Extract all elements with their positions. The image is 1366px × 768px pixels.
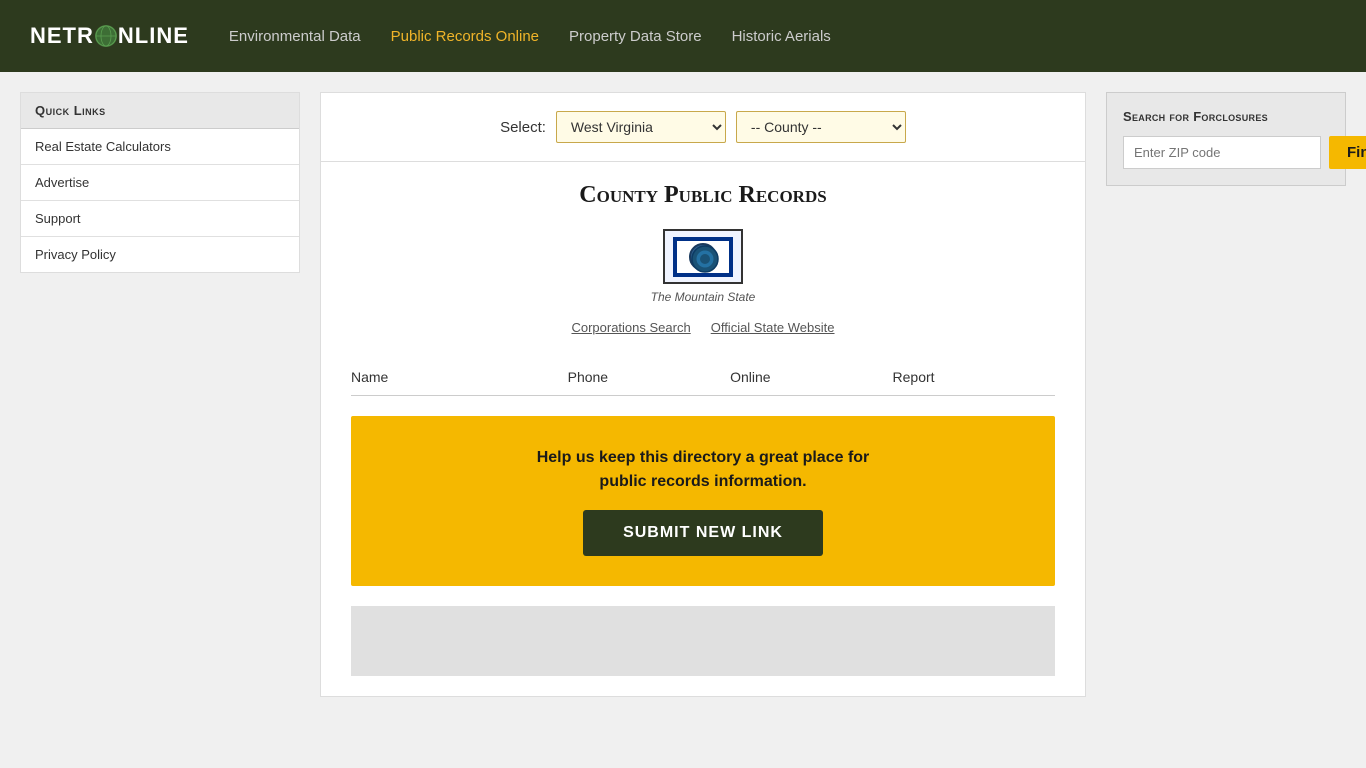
find-button[interactable]: Find! — [1329, 136, 1366, 169]
quick-link-advertise[interactable]: Advertise — [21, 165, 299, 201]
cta-box: Help us keep this directory a great plac… — [351, 416, 1055, 586]
foreclosure-title: Search for Forclosures — [1123, 109, 1329, 124]
col-online: Online — [730, 369, 892, 385]
cta-line2: public records information. — [599, 473, 806, 490]
official-state-website-link[interactable]: Official State Website — [711, 320, 835, 335]
content-area: County Public Records — [321, 162, 1085, 696]
globe-icon — [95, 25, 117, 47]
logo-area[interactable]: NETR NLINE — [30, 23, 189, 49]
bottom-area — [351, 606, 1055, 676]
quick-links-box: Quick Links Real Estate Calculators Adve… — [20, 92, 300, 273]
cta-text: Help us keep this directory a great plac… — [371, 446, 1035, 494]
quick-link-support[interactable]: Support — [21, 201, 299, 237]
logo-text: NETR NLINE — [30, 23, 189, 49]
state-flag — [663, 229, 743, 284]
table-header: Name Phone Online Report — [351, 359, 1055, 396]
right-sidebar: Search for Forclosures Find! — [1106, 92, 1346, 697]
site-header: NETR NLINE Environmental Data Public Rec… — [0, 0, 1366, 72]
nav-environmental-data[interactable]: Environmental Data — [229, 28, 361, 45]
nav-property-data-store[interactable]: Property Data Store — [569, 28, 702, 45]
page-title: County Public Records — [351, 182, 1055, 209]
left-sidebar: Quick Links Real Estate Calculators Adve… — [20, 92, 300, 697]
state-links: Corporations Search Official State Websi… — [351, 320, 1055, 335]
zip-search-row: Find! — [1123, 136, 1329, 169]
county-select[interactable]: -- County -- — [736, 111, 906, 143]
quick-link-privacy[interactable]: Privacy Policy — [21, 237, 299, 272]
state-select[interactable]: West Virginia — [556, 111, 726, 143]
nav-public-records-online[interactable]: Public Records Online — [391, 28, 539, 45]
submit-new-link-button[interactable]: SUBMIT NEW LINK — [583, 510, 823, 556]
corporations-search-link[interactable]: Corporations Search — [571, 320, 690, 335]
flag-seal — [689, 243, 717, 271]
state-nickname: The Mountain State — [651, 290, 756, 304]
main-nav: Environmental Data Public Records Online… — [229, 28, 831, 45]
flag-inner — [673, 237, 733, 277]
select-bar: Select: West Virginia -- County -- — [321, 93, 1085, 162]
quick-links-title: Quick Links — [21, 93, 299, 129]
nav-historic-aerials[interactable]: Historic Aerials — [732, 28, 831, 45]
foreclosure-box: Search for Forclosures Find! — [1106, 92, 1346, 186]
col-phone: Phone — [568, 369, 730, 385]
main-content: Select: West Virginia -- County -- Count… — [320, 92, 1086, 697]
col-report: Report — [893, 369, 1055, 385]
zip-input[interactable] — [1123, 136, 1321, 169]
col-name: Name — [351, 369, 568, 385]
state-flag-area: The Mountain State — [351, 229, 1055, 304]
cta-line1: Help us keep this directory a great plac… — [537, 449, 870, 466]
quick-link-real-estate[interactable]: Real Estate Calculators — [21, 129, 299, 165]
page-layout: Quick Links Real Estate Calculators Adve… — [0, 72, 1366, 717]
select-label: Select: — [500, 119, 546, 136]
